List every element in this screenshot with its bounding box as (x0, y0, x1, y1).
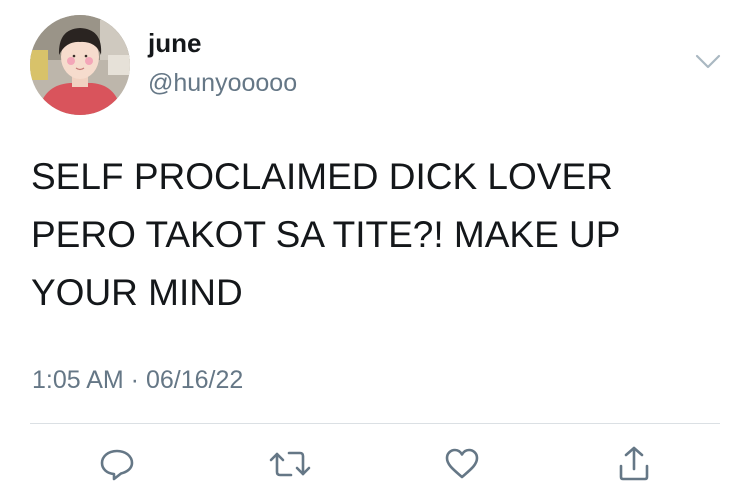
avatar[interactable] (30, 15, 130, 115)
display-name[interactable]: june (148, 27, 201, 59)
share-button[interactable] (612, 442, 656, 486)
divider (30, 423, 720, 424)
chevron-down-icon[interactable] (693, 50, 723, 74)
like-button[interactable] (440, 442, 484, 486)
reply-icon (100, 449, 134, 481)
like-icon (445, 448, 479, 479)
reply-button[interactable] (95, 442, 139, 486)
tweet-text: SELF PROCLAIMED DICK LOVER PERO TAKOT SA… (31, 156, 621, 313)
user-handle[interactable]: @hunyooooo (148, 67, 297, 99)
tweet-timestamp: 1:05 AM · 06/16/22 (32, 366, 244, 394)
tweet-card: june @hunyooooo SELF PROCLAIMED DICK LOV… (0, 0, 750, 498)
retweet-button[interactable] (268, 442, 312, 486)
retweet-icon (269, 451, 311, 477)
avatar-image (30, 15, 130, 115)
share-icon (619, 446, 649, 481)
